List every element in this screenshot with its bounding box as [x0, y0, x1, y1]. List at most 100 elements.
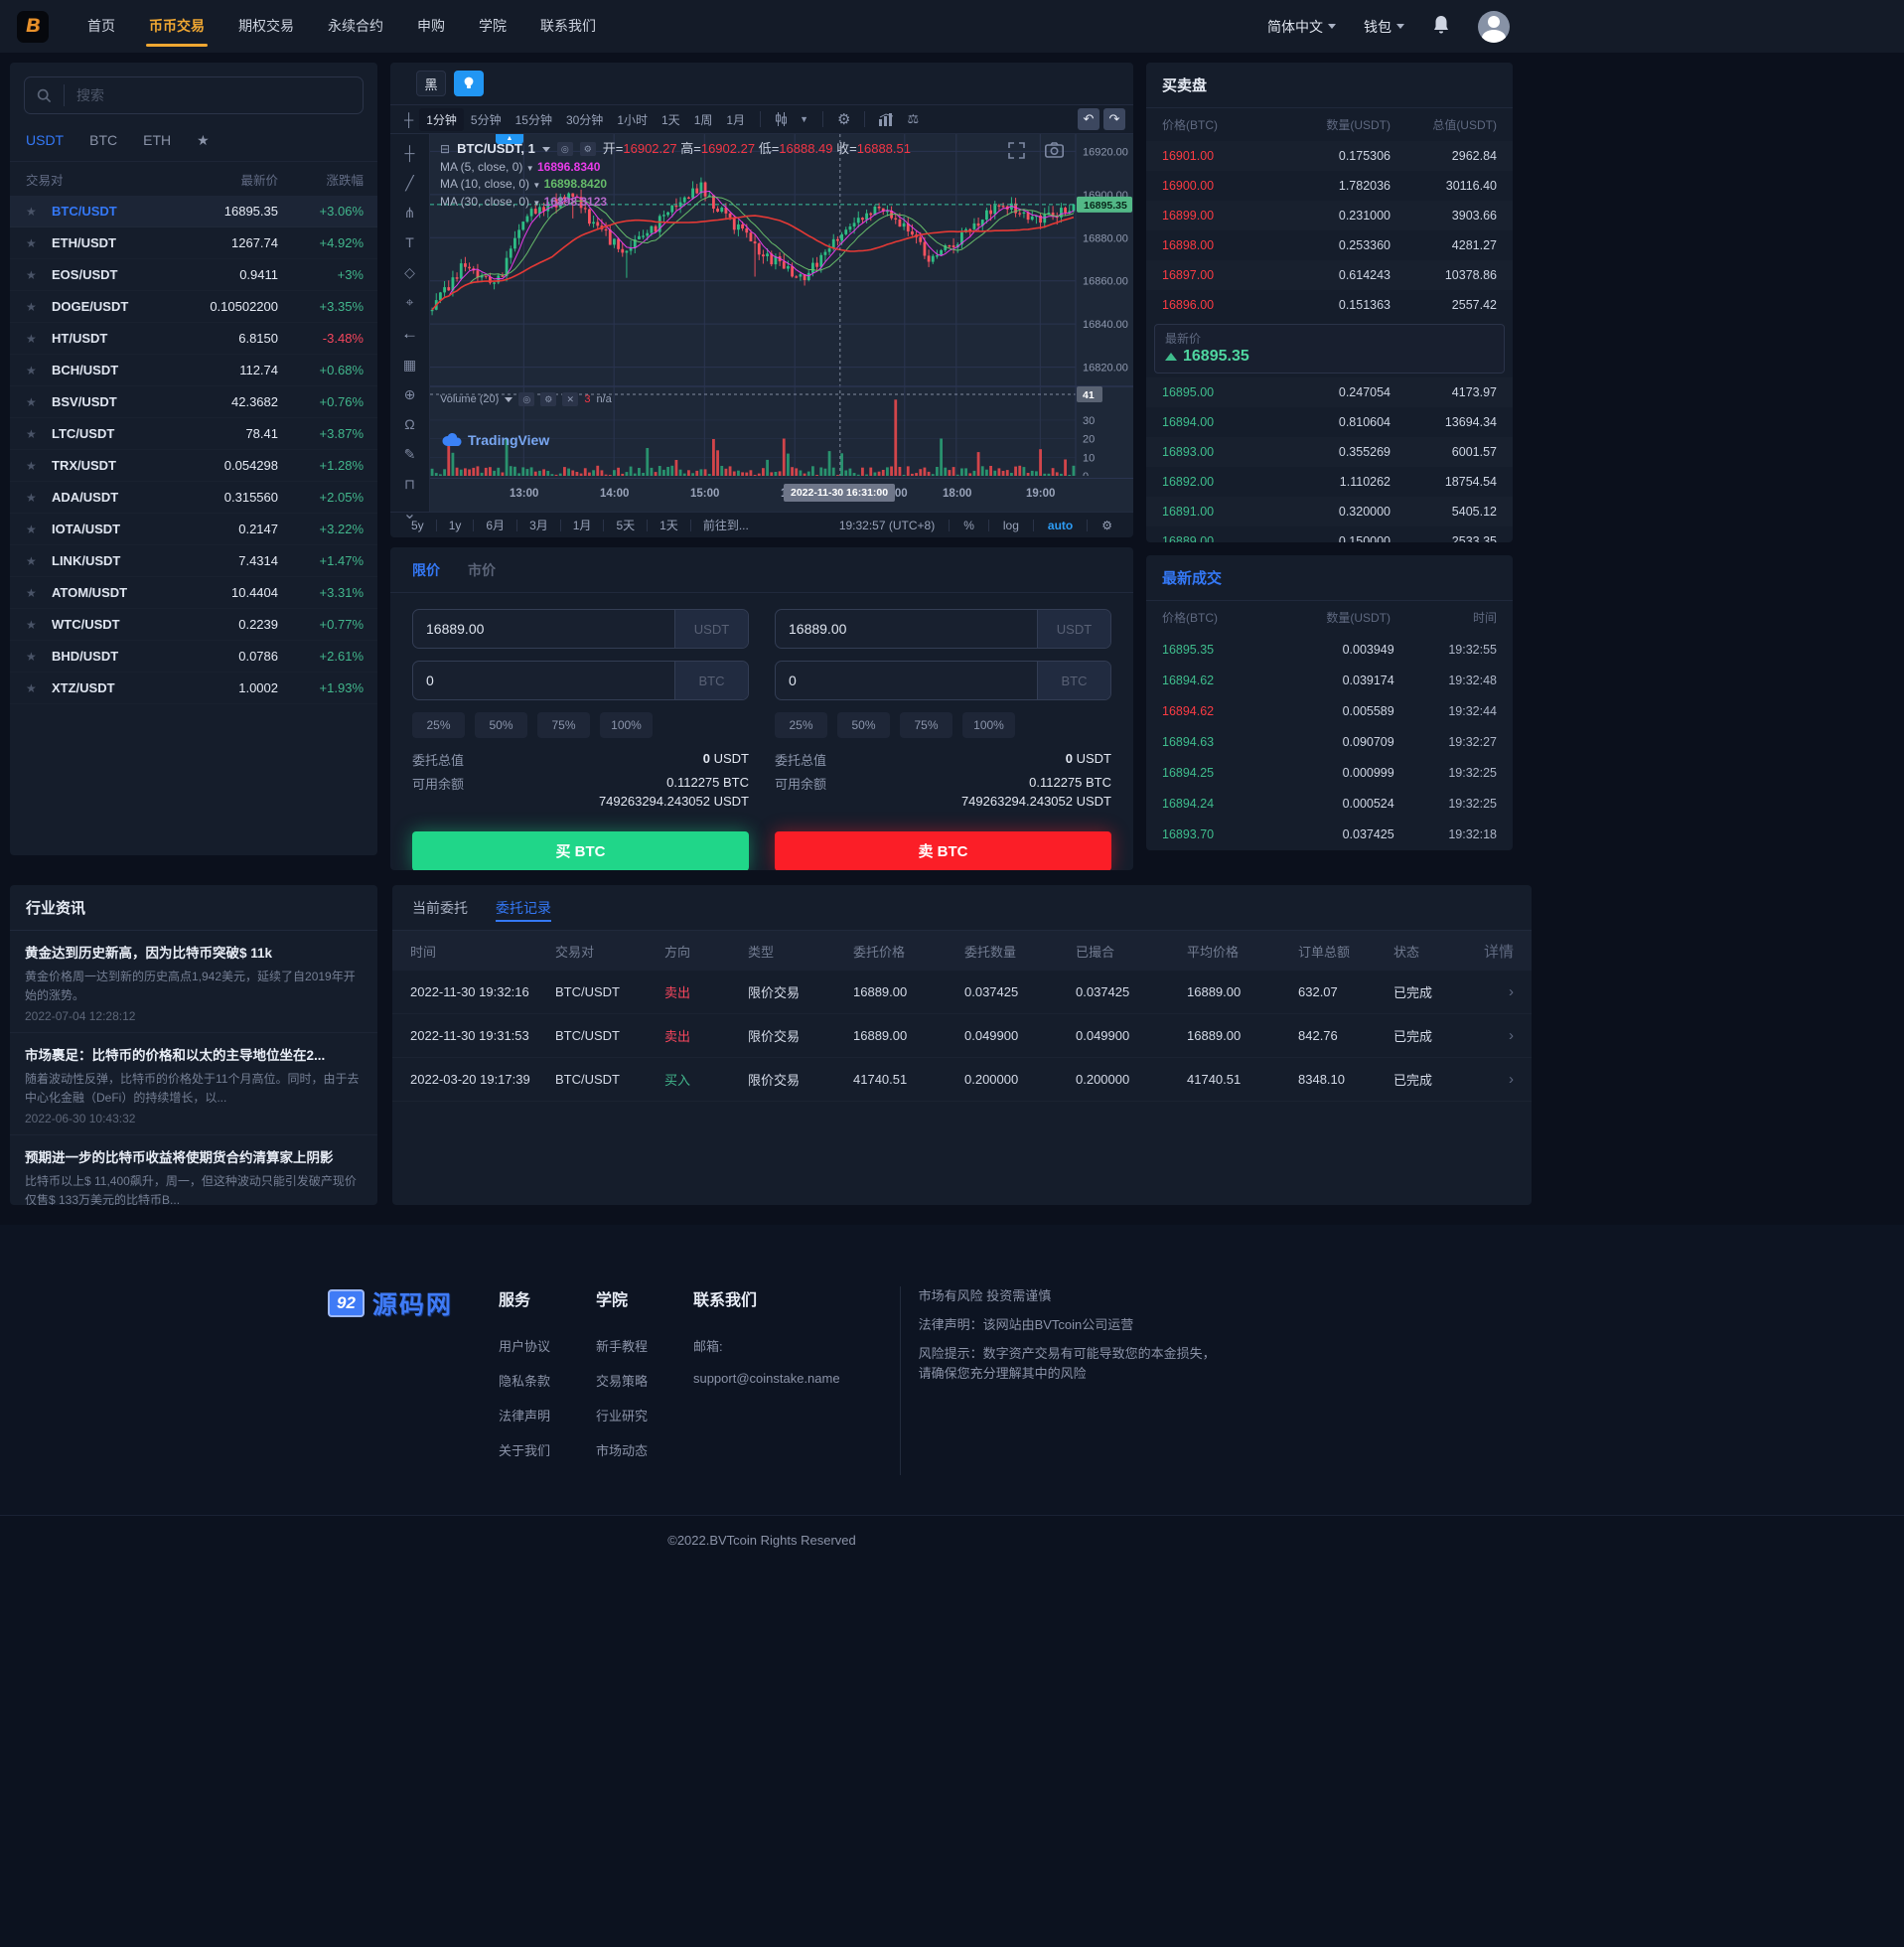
log-scale-button[interactable]: log — [994, 519, 1028, 532]
buy-percent-button[interactable]: 100% — [600, 712, 653, 738]
nav-item[interactable]: 首页 — [71, 0, 132, 53]
footer-link[interactable]: support@coinstake.name — [693, 1371, 840, 1386]
buy-amount-field[interactable]: BTC — [412, 661, 749, 700]
chevron-down-icon[interactable]: ▼ — [794, 114, 814, 124]
pattern-tool-icon[interactable]: ◇ — [404, 265, 415, 279]
legend-eye-icon[interactable]: ◎ — [557, 142, 573, 156]
market-pair-row[interactable]: ★ ADA/USDT 0.315560 +2.05% — [10, 482, 377, 514]
market-pair-row[interactable]: ★ DOGE/USDT 0.10502200 +3.35% — [10, 291, 377, 323]
arrow-back-icon[interactable]: ← — [401, 325, 418, 342]
market-pair-row[interactable]: ★ LTC/USDT 78.41 +3.87% — [10, 418, 377, 450]
nav-item[interactable]: 学院 — [462, 0, 523, 53]
trendline-tool-icon[interactable]: ╱ — [405, 176, 413, 190]
ask-row[interactable]: 16901.000.1753062962.84 — [1146, 141, 1513, 171]
market-pair-row[interactable]: ★ HT/USDT 6.8150 -3.48% — [10, 323, 377, 355]
volume-eye-icon[interactable]: ◎ — [518, 392, 534, 406]
buy-amount-input[interactable] — [413, 662, 674, 699]
buy-percent-button[interactable]: 25% — [412, 712, 465, 738]
nav-item[interactable]: 申购 — [400, 0, 462, 53]
quote-tab[interactable]: ETH — [143, 132, 171, 149]
draw-lock-icon[interactable]: ✎ — [404, 447, 416, 461]
undo-icon[interactable]: ↶ — [1078, 108, 1099, 130]
timeframe-button[interactable]: 1分钟 — [419, 108, 464, 131]
timeframe-button[interactable]: 1天 — [655, 108, 687, 131]
timeframe-button[interactable]: 1月 — [719, 108, 752, 131]
bid-row[interactable]: 16894.000.81060413694.34 — [1146, 407, 1513, 437]
range-button[interactable]: 1y — [440, 519, 471, 532]
timeframe-button[interactable]: 1小时 — [610, 108, 655, 131]
timeframe-button[interactable]: 5分钟 — [464, 108, 509, 131]
brand-logo-icon[interactable]: B — [17, 11, 49, 43]
footer-link[interactable]: 行业研究 — [596, 1406, 648, 1424]
timeframe-button[interactable]: 15分钟 — [509, 108, 559, 131]
sell-price-field[interactable]: USDT — [775, 609, 1111, 649]
market-pair-row[interactable]: ★ BHD/USDT 0.0786 +2.61% — [10, 641, 377, 673]
range-button[interactable]: 3月 — [520, 517, 557, 533]
favorite-star-icon[interactable]: ★ — [26, 491, 52, 505]
sell-percent-button[interactable]: 75% — [900, 712, 952, 738]
buy-percent-button[interactable]: 75% — [537, 712, 590, 738]
chevron-down-icon[interactable] — [505, 397, 513, 402]
quote-tab[interactable]: BTC — [89, 132, 117, 149]
favorite-star-icon[interactable]: ★ — [26, 205, 52, 219]
redo-icon[interactable]: ↷ — [1103, 108, 1125, 130]
candlestick-chart[interactable]: ▲ 16920.0016900.0016880.0016860.0016840.… — [430, 134, 1133, 512]
wallet-dropdown[interactable]: 钱包 — [1364, 17, 1404, 37]
compare-scales-icon[interactable]: ⚖ — [901, 111, 925, 127]
market-pair-row[interactable]: ★ WTC/USDT 0.2239 +0.77% — [10, 609, 377, 641]
fullscreen-icon[interactable] — [1008, 142, 1025, 164]
footer-link[interactable]: 法律声明 — [499, 1406, 550, 1424]
indicators-icon[interactable] — [873, 113, 901, 126]
market-pair-row[interactable]: ★ TRX/USDT 0.054298 +1.28% — [10, 450, 377, 482]
range-button[interactable]: 1月 — [564, 517, 601, 533]
buy-price-input[interactable] — [413, 610, 674, 648]
market-pair-row[interactable]: ★ BCH/USDT 112.74 +0.68% — [10, 355, 377, 386]
auto-scale-button[interactable]: auto — [1039, 519, 1082, 532]
legend-collapse-icon[interactable]: ⊟ — [440, 141, 450, 158]
sell-amount-input[interactable] — [776, 662, 1037, 699]
timeframe-button[interactable]: 30分钟 — [559, 108, 610, 131]
range-button[interactable]: 5天 — [607, 517, 644, 533]
footer-link[interactable]: 市场动态 — [596, 1440, 648, 1459]
range-button[interactable]: 前往到... — [694, 517, 758, 533]
order-detail-chevron[interactable]: › — [1461, 983, 1514, 1000]
favorite-star-icon[interactable]: ★ — [26, 427, 52, 441]
range-button[interactable]: 1天 — [651, 517, 687, 533]
legend-symbol[interactable]: BTC/USDT, 1 — [457, 140, 535, 159]
order-type-tab[interactable]: 市价 — [468, 560, 496, 580]
magnet-icon[interactable]: Ω — [404, 417, 414, 431]
volume-gear-icon[interactable]: ⚙ — [540, 392, 556, 406]
quote-tab[interactable]: USDT — [26, 132, 64, 149]
legend-gear-icon[interactable]: ⚙ — [580, 142, 596, 156]
market-pair-row[interactable]: ★ BSV/USDT 42.3682 +0.76% — [10, 386, 377, 418]
news-item[interactable]: 预期进一步的比特币收益将使期货合约清算家上阴影 比特币以上$ 11,400飙升，… — [10, 1135, 377, 1205]
footer-link[interactable]: 关于我们 — [499, 1440, 550, 1459]
language-dropdown[interactable]: 简体中文 — [1267, 17, 1336, 37]
footer-link[interactable]: 新手教程 — [596, 1336, 648, 1355]
sell-percent-button[interactable]: 25% — [775, 712, 827, 738]
time-axis[interactable]: 13:0014:0015:0016:0:0018:0019:00 2022-11… — [430, 478, 1133, 512]
pitchfork-tool-icon[interactable]: ⋔ — [404, 206, 416, 220]
theme-light-button[interactable] — [454, 71, 484, 96]
footer-link[interactable]: 隐私条款 — [499, 1371, 550, 1390]
search-box[interactable] — [24, 76, 364, 114]
axis-settings-gear-icon[interactable]: ⚙ — [1093, 519, 1121, 532]
bid-row[interactable]: 16895.000.2470544173.97 — [1146, 377, 1513, 407]
market-pair-row[interactable]: ★ XTZ/USDT 1.0002 +1.93% — [10, 673, 377, 704]
nav-item[interactable]: 永续合约 — [311, 0, 400, 53]
crosshair-mode-icon[interactable]: ┼ — [398, 112, 419, 127]
sell-percent-button[interactable]: 50% — [837, 712, 890, 738]
favorite-star-icon[interactable]: ★ — [26, 618, 52, 632]
crosshair-tool-icon[interactable]: ┼ — [405, 146, 415, 160]
market-pair-row[interactable]: ★ IOTA/USDT 0.2147 +3.22% — [10, 514, 377, 545]
range-button[interactable]: 6月 — [477, 517, 513, 533]
buy-button[interactable]: 买 BTC — [412, 831, 749, 870]
buy-percent-button[interactable]: 50% — [475, 712, 527, 738]
sell-percent-button[interactable]: 100% — [962, 712, 1015, 738]
quote-tab[interactable]: ★ — [197, 132, 210, 149]
bid-row[interactable]: 16892.001.11026218754.54 — [1146, 467, 1513, 497]
ask-row[interactable]: 16897.000.61424310378.86 — [1146, 260, 1513, 290]
ask-row[interactable]: 16896.000.1513632557.42 — [1146, 290, 1513, 320]
zoom-in-icon[interactable]: ⊕ — [404, 387, 416, 401]
favorite-star-icon[interactable]: ★ — [26, 681, 52, 695]
